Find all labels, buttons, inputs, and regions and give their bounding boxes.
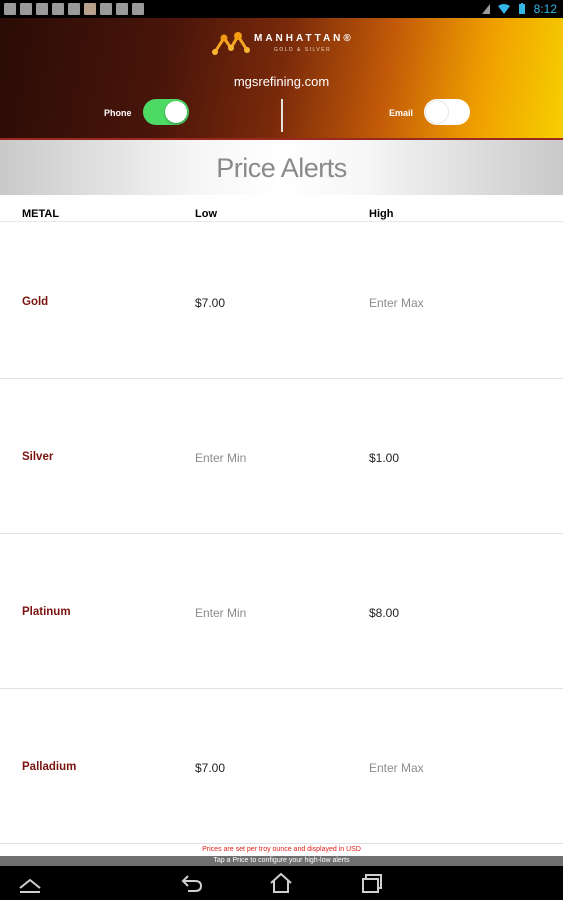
- metal-row-gold: Gold $7.00 Enter Max: [0, 224, 563, 379]
- column-header-metal: METAL: [22, 208, 60, 220]
- site-url[interactable]: mgsrefining.com: [0, 74, 563, 89]
- header-divider-line: [0, 221, 563, 222]
- high-price-field[interactable]: $1.00: [369, 451, 399, 465]
- header-divider: [281, 99, 283, 132]
- linkedin-icon: [100, 3, 112, 15]
- metal-row-platinum: Platinum Enter Min $8.00: [0, 534, 563, 689]
- wifi-icon: [497, 4, 510, 14]
- logo-subtitle: GOLD & SILVER: [274, 47, 332, 53]
- price-note: Prices are set per troy ounce and displa…: [202, 846, 361, 853]
- mail-icon: [68, 3, 80, 15]
- file-icon: [20, 3, 32, 15]
- app-header: MANHATTAN® GOLD & SILVER mgsrefining.com…: [0, 18, 563, 138]
- logo-mark-icon: [212, 32, 250, 55]
- signal-icon: [481, 4, 490, 14]
- recent-apps-icon[interactable]: [360, 872, 384, 894]
- low-price-field[interactable]: Enter Min: [195, 451, 246, 465]
- high-price-field[interactable]: Enter Max: [369, 761, 424, 775]
- phone-label: Phone: [104, 108, 132, 118]
- metal-name: Gold: [22, 296, 49, 308]
- email-toggle[interactable]: [424, 99, 470, 125]
- metal-row-silver: Silver Enter Min $1.00: [0, 379, 563, 534]
- metal-name: Platinum: [22, 606, 71, 618]
- column-header-high: High: [369, 208, 394, 220]
- navigation-bar: [0, 866, 563, 900]
- column-header-low: Low: [195, 208, 217, 220]
- status-bar: 8:12: [0, 0, 563, 18]
- photo-icon: [84, 3, 96, 15]
- metal-row-palladium: Palladium $7.00 Enter Max: [0, 689, 563, 844]
- low-price-field[interactable]: $7.00: [195, 296, 225, 310]
- phone-toggle-knob: [165, 101, 187, 123]
- email-toggle-knob: [426, 101, 448, 123]
- metal-name: Silver: [22, 451, 54, 463]
- logo-text: MANHATTAN®: [254, 33, 354, 44]
- page-title: Price Alerts: [216, 153, 347, 183]
- mail-icon: [52, 3, 64, 15]
- low-price-field[interactable]: Enter Min: [195, 606, 246, 620]
- hint-bar: Tap a Price to configure your high-low a…: [0, 856, 563, 866]
- system-icons: 8:12: [480, 2, 557, 16]
- battery-icon: [518, 3, 525, 14]
- high-price-field[interactable]: $8.00: [369, 606, 399, 620]
- cards-icon: [116, 3, 128, 15]
- email-label: Email: [389, 108, 414, 118]
- clock: 8:12: [533, 2, 557, 16]
- title-bar: Price Alerts: [0, 138, 563, 195]
- low-price-field[interactable]: $7.00: [195, 761, 225, 775]
- phone-toggle[interactable]: [143, 99, 189, 125]
- image-icon: [36, 3, 48, 15]
- back-icon[interactable]: [180, 872, 204, 894]
- mail-icon: [132, 3, 144, 15]
- up-icon[interactable]: [18, 872, 42, 894]
- manhattan-logo: MANHATTAN® GOLD & SILVER: [212, 28, 352, 60]
- notification-icon: [4, 3, 16, 15]
- notification-icons: [4, 3, 144, 15]
- metal-name: Palladium: [22, 761, 77, 773]
- home-icon[interactable]: [269, 872, 293, 894]
- high-price-field[interactable]: Enter Max: [369, 296, 424, 310]
